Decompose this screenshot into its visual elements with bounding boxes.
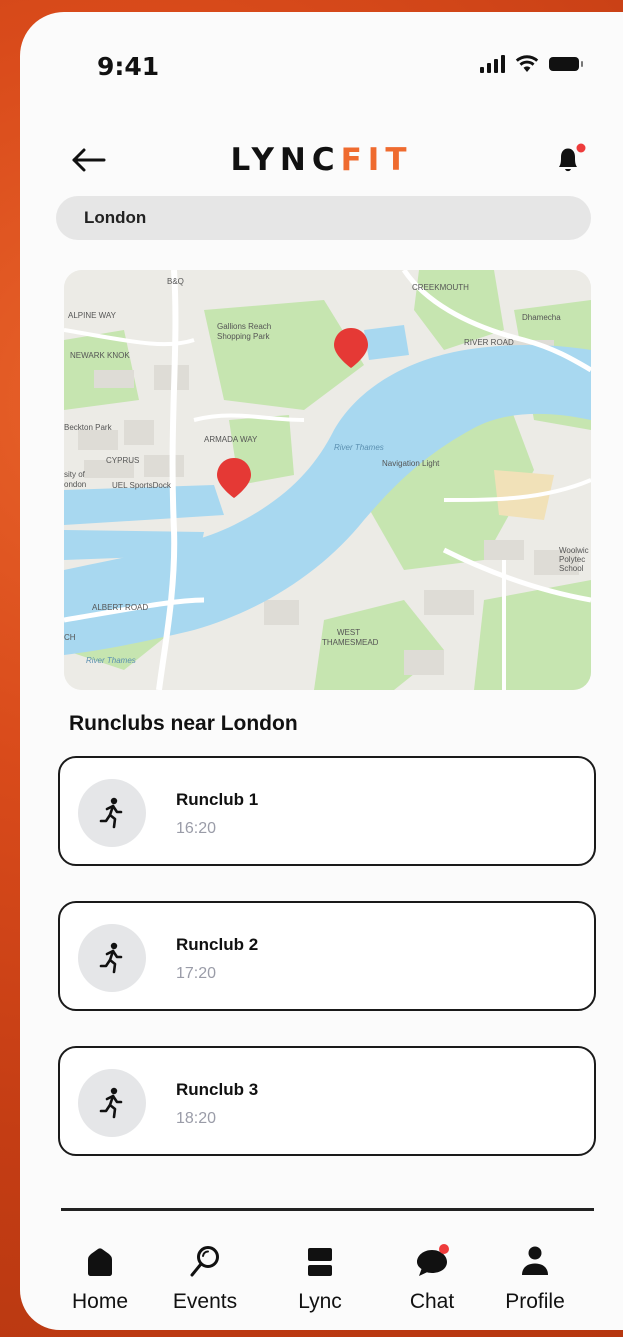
tab-home[interactable]: Home <box>55 1242 145 1314</box>
map-label: ARMADA WAY <box>204 435 258 444</box>
tab-lync[interactable]: Lync <box>275 1242 365 1314</box>
chat-bubble-icon <box>417 1244 449 1276</box>
map-label: River Thames <box>86 656 136 665</box>
map-label: sity of <box>64 470 86 479</box>
logo-main: LYNC <box>230 142 341 178</box>
map-label: UEL SportsDock <box>112 481 172 490</box>
runclub-card[interactable]: Runclub 1 16:20 <box>58 756 596 866</box>
map-label: B&Q <box>167 277 184 286</box>
notification-dot <box>576 143 586 153</box>
bottom-tab-bar: Home Events Lync Chat Profile <box>20 1222 623 1330</box>
map-label: WEST <box>337 628 360 637</box>
runclub-time: 16:20 <box>176 820 217 837</box>
map-label: Navigation Light <box>382 459 440 468</box>
map-label: ondon <box>64 480 86 489</box>
map-label: School <box>559 564 584 573</box>
status-icons <box>480 55 583 73</box>
map-label: CYPRUS <box>106 456 139 465</box>
runclub-name: Runclub 1 <box>176 790 259 809</box>
runclub-card[interactable]: Runclub 3 18:20 <box>58 1046 596 1156</box>
map-view[interactable]: B&Q CREEKMOUTH ALPINE WAY Gallions Reach… <box>64 270 591 690</box>
tab-label: Events <box>172 1290 238 1313</box>
map-label: RIVER ROAD <box>464 338 514 347</box>
app-logo: LYNCFIT <box>20 142 623 178</box>
runclub-time: 18:20 <box>176 1110 217 1127</box>
runclub-name: Runclub 2 <box>176 935 259 954</box>
wifi-icon <box>515 55 539 72</box>
map-label: THAMESMEAD <box>322 638 379 647</box>
map-label: CH <box>64 633 76 642</box>
map-label: Dhamecha <box>522 313 561 322</box>
home-icon <box>88 1248 112 1276</box>
runclub-name: Runclub 3 <box>176 1080 259 1099</box>
bell-icon[interactable] <box>551 142 587 178</box>
search-icon <box>190 1246 219 1277</box>
status-bar: 9:41 <box>20 12 623 102</box>
tab-bar-divider <box>61 1208 594 1211</box>
status-time: 9:41 <box>97 52 160 81</box>
runclub-time: 17:20 <box>176 965 217 982</box>
person-icon <box>522 1246 548 1275</box>
tab-events[interactable]: Events <box>160 1242 250 1314</box>
tab-label: Lync <box>298 1290 342 1313</box>
map-label: NEWARK KNOK <box>70 351 130 360</box>
map-label: CREEKMOUTH <box>412 283 469 292</box>
map-label: Woolwic <box>559 546 589 555</box>
phone-screen: 9:41 LYNCFIT London B&Q CREEKMOUTH ALPIN… <box>20 12 623 1330</box>
tab-label: Profile <box>505 1290 565 1313</box>
map-label: Gallions Reach <box>217 322 271 331</box>
running-person-icon <box>78 779 146 847</box>
runclub-card[interactable]: Runclub 2 17:20 <box>58 901 596 1011</box>
map-label: ALBERT ROAD <box>92 603 148 612</box>
tab-profile[interactable]: Profile <box>490 1242 580 1314</box>
map-canvas[interactable]: B&Q CREEKMOUTH ALPINE WAY Gallions Reach… <box>64 270 591 690</box>
logo-accent: FIT <box>340 142 413 178</box>
section-title: Runclubs near London <box>69 712 298 735</box>
cellular-signal-icon <box>480 55 505 73</box>
running-person-icon <box>78 924 146 992</box>
tab-label: Chat <box>409 1290 455 1313</box>
battery-icon <box>549 57 583 71</box>
stack-icon <box>308 1248 332 1276</box>
map-label: ALPINE WAY <box>68 311 117 320</box>
app-header: LYNCFIT <box>20 132 623 192</box>
map-label: Beckton Park <box>64 423 113 432</box>
map-label: Polytec <box>559 555 585 564</box>
map-label: Shopping Park <box>217 332 270 341</box>
map-label: River Thames <box>334 443 384 452</box>
tab-label: Home <box>71 1290 129 1313</box>
location-search-input[interactable]: London <box>56 196 591 240</box>
running-person-icon <box>78 1069 146 1137</box>
tab-chat[interactable]: Chat <box>387 1242 477 1314</box>
chat-notification-dot <box>439 1244 449 1254</box>
